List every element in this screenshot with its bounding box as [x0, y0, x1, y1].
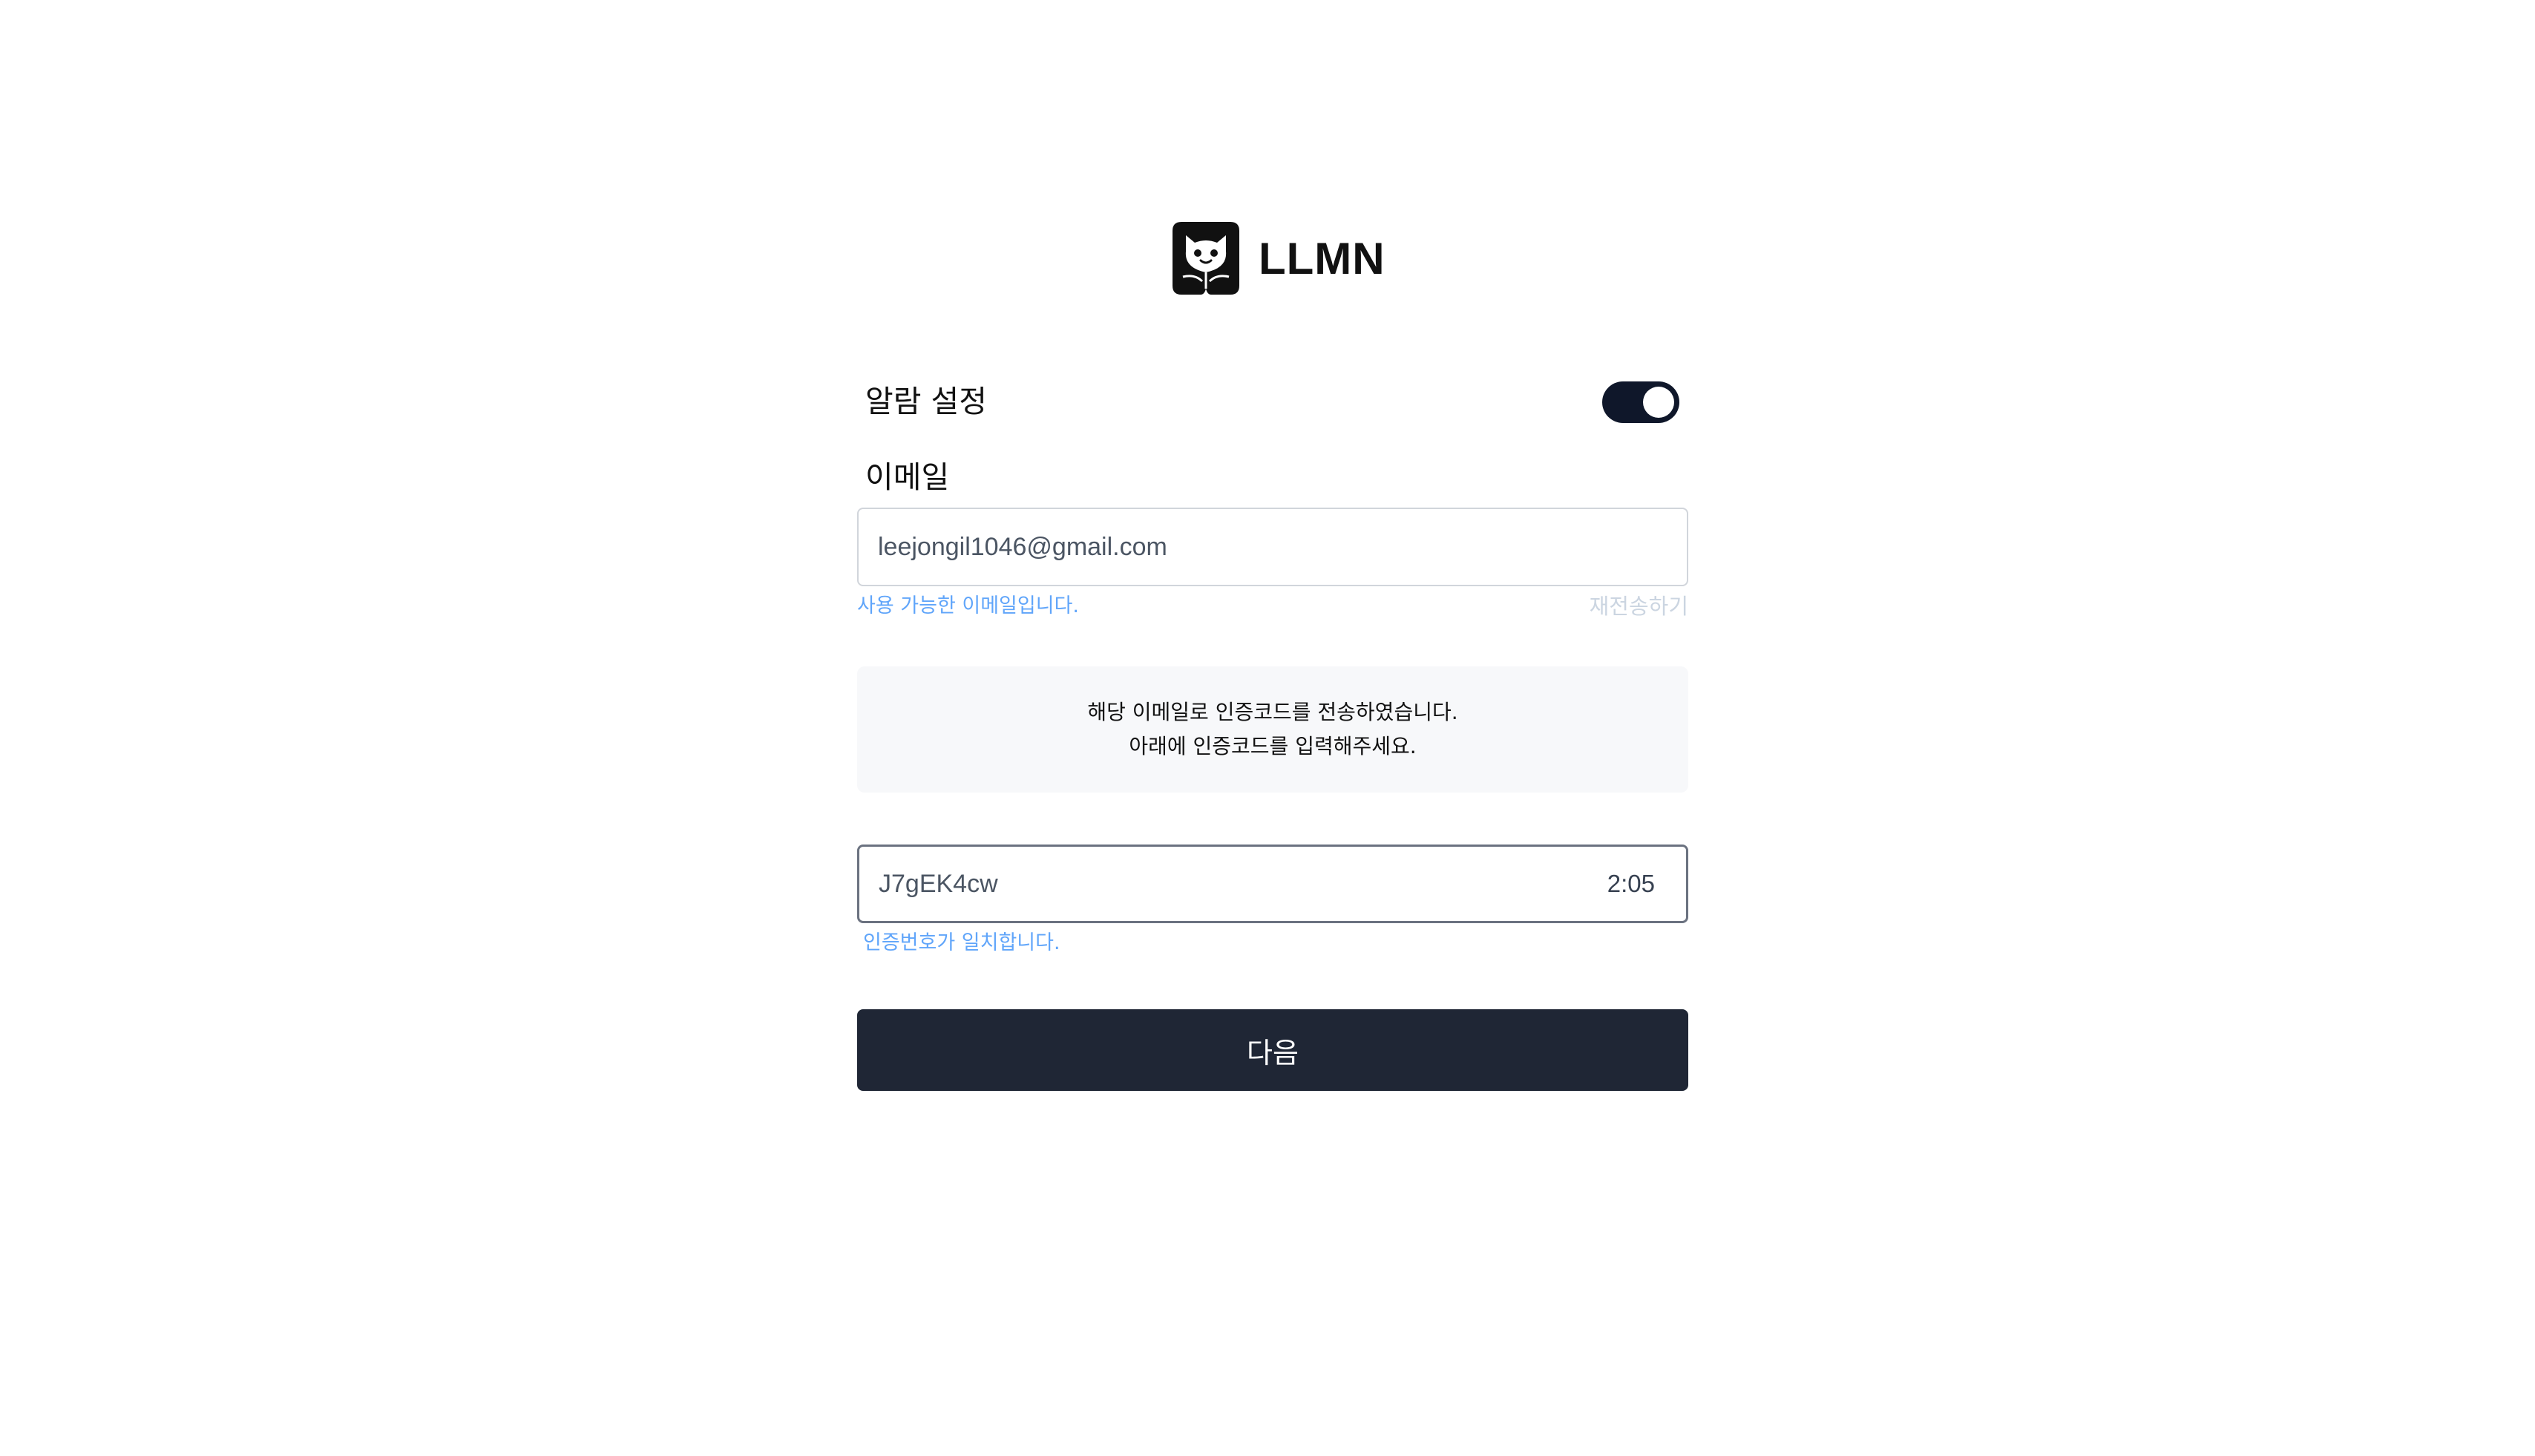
info-line-2: 아래에 인증코드를 입력해주세요. — [1129, 734, 1417, 758]
email-label: 이메일 — [865, 459, 950, 495]
verification-status-message: 인증번호가 일치합니다. — [863, 931, 1060, 954]
email-field-container — [857, 508, 1688, 586]
email-input[interactable] — [878, 532, 1667, 562]
verification-code-field-container: 2:05 — [857, 845, 1688, 923]
brand-logo: LLMN — [1173, 221, 1385, 295]
info-line-1: 해당 이메일로 인증코드를 전송하였습니다. — [1087, 700, 1458, 724]
notification-toggle[interactable] — [1602, 381, 1679, 423]
next-button[interactable]: 다음 — [857, 1009, 1688, 1091]
toggle-knob — [1643, 387, 1674, 418]
email-status-message: 사용 가능한 이메일입니다. — [857, 594, 1079, 617]
verification-code-input[interactable] — [879, 869, 1607, 899]
cat-face-logo-icon — [1173, 222, 1239, 295]
countdown-timer: 2:05 — [1607, 870, 1655, 897]
brand-name: LLMN — [1259, 233, 1385, 283]
verification-info-box: 해당 이메일로 인증코드를 전송하였습니다. 아래에 인증코드를 입력해주세요. — [857, 666, 1688, 793]
notification-setting-label: 알람 설정 — [865, 384, 987, 419]
resend-code-link[interactable]: 재전송하기 — [1590, 594, 1688, 619]
